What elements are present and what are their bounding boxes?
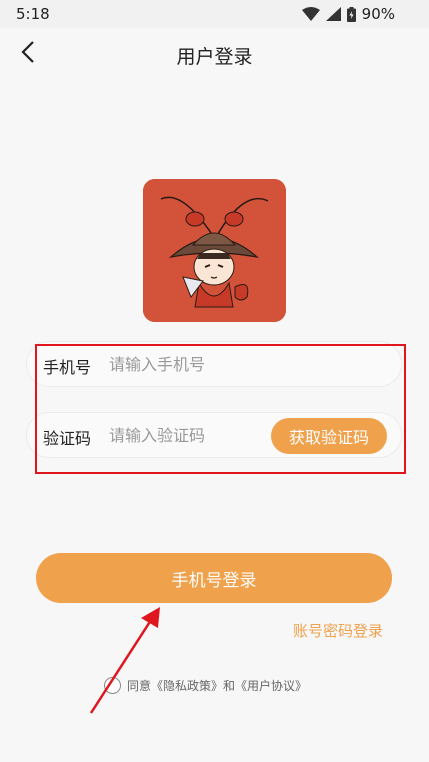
lobster-mascot-logo bbox=[143, 179, 286, 322]
phone-input[interactable] bbox=[109, 349, 289, 379]
app-logo bbox=[143, 179, 286, 322]
status-time: 5:18 bbox=[16, 5, 50, 23]
battery-percent: 90% bbox=[361, 5, 395, 23]
code-label: 验证码 bbox=[43, 429, 92, 448]
status-bar: 5:18 90% bbox=[0, 0, 429, 28]
signal-icon bbox=[325, 7, 341, 21]
wifi-icon bbox=[301, 7, 320, 21]
get-code-button[interactable]: 获取验证码 bbox=[271, 418, 387, 454]
app-bar: 用户登录 bbox=[0, 28, 429, 80]
code-row: 验证码 获取验证码 bbox=[26, 412, 402, 458]
agreement-text[interactable]: 同意《隐私政策》和《用户协议》 bbox=[127, 677, 307, 694]
page-title: 用户登录 bbox=[176, 46, 253, 68]
agree-checkbox[interactable] bbox=[104, 677, 121, 694]
phone-row: 手机号 bbox=[26, 341, 402, 387]
battery-icon bbox=[346, 6, 356, 22]
code-input[interactable] bbox=[109, 420, 289, 450]
phone-label: 手机号 bbox=[43, 358, 92, 377]
account-password-login-link[interactable]: 账号密码登录 bbox=[293, 620, 383, 641]
phone-login-button[interactable]: 手机号登录 bbox=[36, 553, 392, 603]
status-icons: 90% bbox=[301, 5, 395, 23]
agreement: 同意《隐私政策》和《用户协议》 bbox=[104, 677, 307, 694]
